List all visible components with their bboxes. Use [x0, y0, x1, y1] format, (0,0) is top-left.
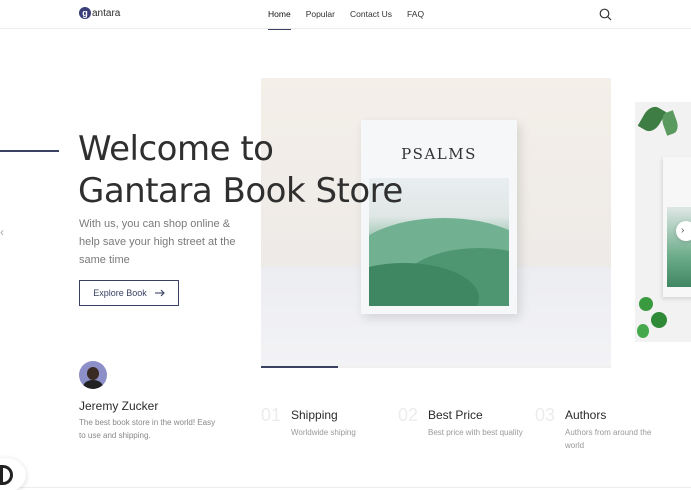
logo-text: antara — [92, 7, 121, 19]
main-nav: Home Popular Contact Us FAQ — [268, 0, 439, 30]
feature-number: 01 — [261, 405, 282, 425]
feature-description: Authors from around the world — [565, 428, 652, 450]
hero-title-line2: Gantara Book Store — [78, 171, 403, 211]
hero-title: Welcome to Gantara Book Store — [78, 128, 418, 212]
d-logo-icon — [0, 465, 13, 485]
logo-mark: g — [79, 7, 91, 19]
chevron-right-icon[interactable]: › — [676, 221, 691, 241]
section-divider — [0, 487, 691, 488]
explore-book-label: Explore Book — [93, 288, 147, 298]
feature-description: Worldwide shiping — [291, 428, 356, 437]
feature-title: Authors — [565, 408, 607, 422]
slide-progress-fill — [261, 366, 338, 368]
search-icon[interactable] — [599, 8, 612, 21]
feature-description: Best price with best quality — [428, 428, 523, 437]
chevron-left-icon[interactable]: ‹ — [0, 225, 4, 239]
slide-progress — [261, 366, 611, 368]
hero-book-image: PSALMS — [261, 78, 611, 367]
avatar — [79, 361, 107, 389]
nav-item-contact-us[interactable]: Contact Us — [350, 0, 392, 29]
site-header: g antara Home Popular Contact Us FAQ — [0, 0, 691, 30]
nav-item-home[interactable]: Home — [268, 0, 291, 30]
feature-number: 02 — [398, 405, 419, 425]
nav-item-faq[interactable]: FAQ — [407, 0, 424, 29]
testimonial-quote: The best book store in the world! Easy t… — [79, 418, 216, 440]
explore-book-button[interactable]: Explore Book — [79, 280, 179, 306]
feature-number: 03 — [535, 405, 556, 425]
feature-title: Best Price — [428, 408, 483, 422]
feature-title: Shipping — [291, 408, 338, 422]
hero-accent-line — [0, 150, 59, 152]
hero-title-line1: Welcome to — [78, 129, 274, 169]
floating-action-button[interactable] — [0, 458, 26, 490]
arrow-right-icon — [154, 289, 165, 297]
nav-item-popular[interactable]: Popular — [306, 0, 335, 29]
hero-description: With us, you can shop online & help save… — [79, 218, 236, 266]
testimonial-name: Jeremy Zucker — [79, 399, 159, 413]
site-logo[interactable]: g antara — [79, 7, 120, 19]
